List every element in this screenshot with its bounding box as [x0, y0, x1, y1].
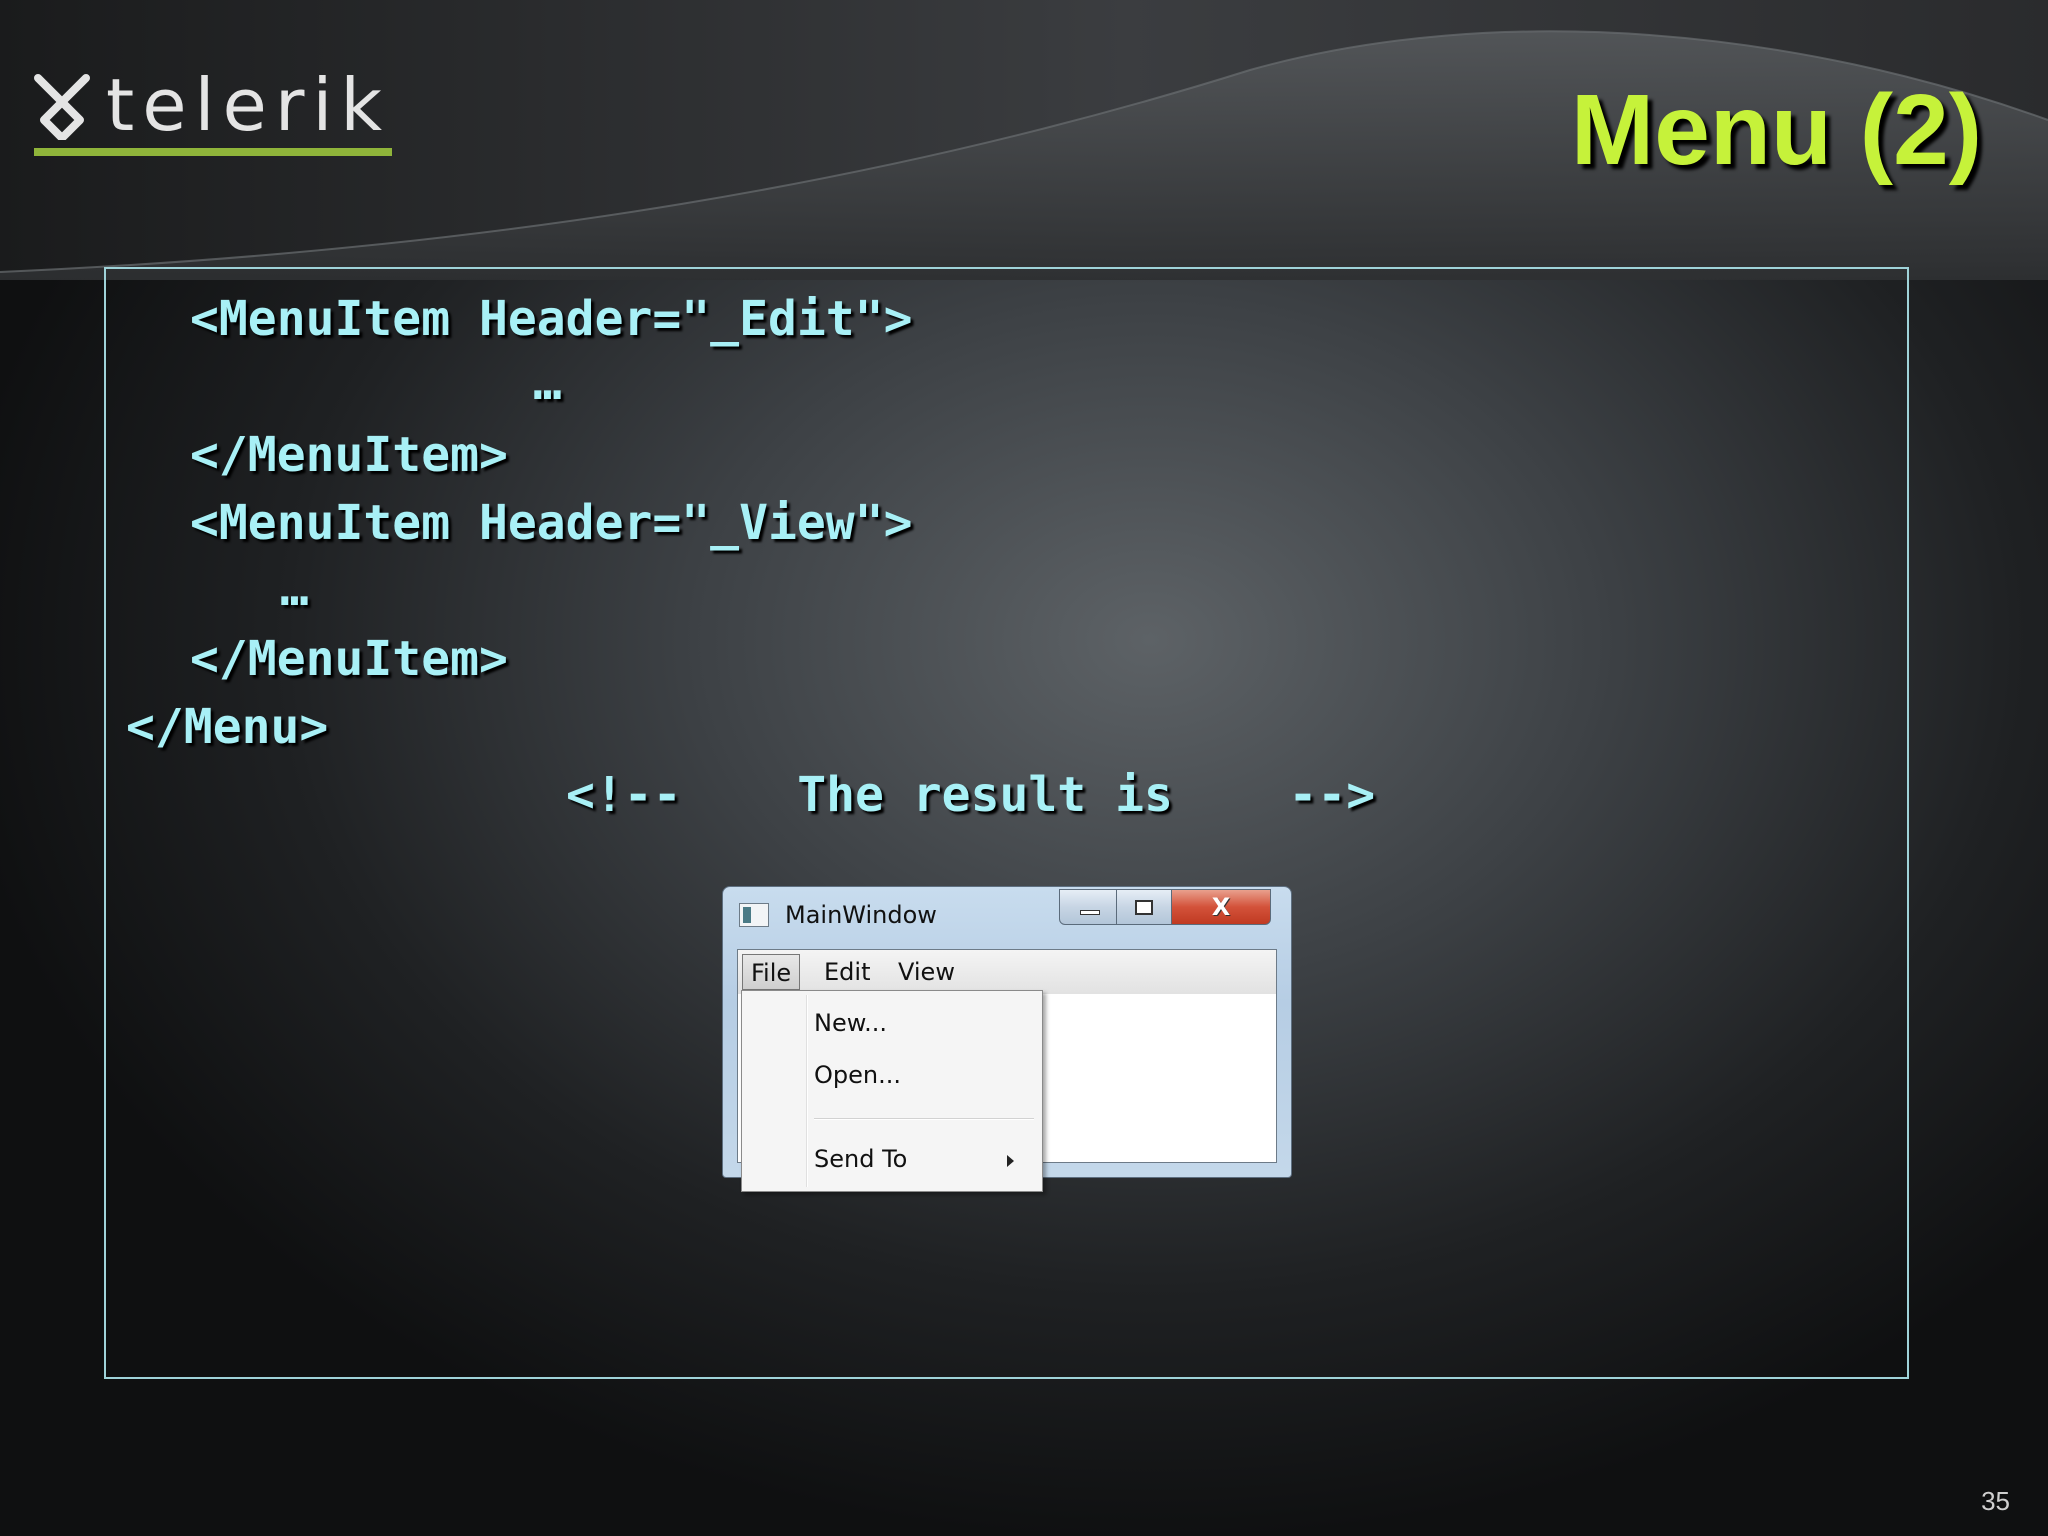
logo-underline: [34, 148, 392, 156]
menu-bar: File Edit View: [738, 950, 1276, 994]
close-button[interactable]: X: [1171, 889, 1271, 925]
page-number: 35: [1981, 1486, 2010, 1516]
file-menu-dropdown: New... Open... Send To: [741, 990, 1043, 1192]
close-icon: X: [1211, 893, 1231, 921]
window-caption-buttons: X: [1059, 889, 1281, 927]
code-line: <MenuItem Header="_View">: [190, 495, 913, 551]
code-line: <MenuItem Header="_Edit">: [190, 291, 913, 347]
menu-separator: [814, 1118, 1034, 1120]
maximize-button[interactable]: [1116, 889, 1172, 925]
code-line: </MenuItem>: [190, 631, 508, 687]
telerik-logo: telerik: [34, 60, 394, 160]
menu-item-open[interactable]: Open...: [814, 1059, 901, 1091]
window-app-icon: [739, 903, 769, 927]
minimize-button[interactable]: [1059, 889, 1117, 925]
menu-edit[interactable]: Edit: [816, 954, 878, 990]
menu-file[interactable]: File: [742, 954, 801, 990]
submenu-arrow-icon: [1007, 1155, 1014, 1167]
code-line-ellipsis: …: [533, 355, 562, 411]
window-title: MainWindow: [785, 901, 937, 929]
code-line: </MenuItem>: [190, 427, 508, 483]
menu-item-send-to[interactable]: Send To: [814, 1143, 907, 1175]
slide-title: Menu (2): [1570, 74, 1982, 186]
code-box: <MenuItem Header="_Edit"> … </MenuItem> …: [104, 267, 1909, 1379]
logo-wordmark: telerik: [106, 63, 391, 147]
menu-view[interactable]: View: [890, 954, 963, 990]
code-comment: <!-- The result is -->: [566, 767, 1376, 823]
menu-icon-gutter: [806, 995, 808, 1187]
telerik-logo-icon: [34, 74, 90, 140]
code-line: </Menu>: [126, 699, 329, 755]
menu-item-new[interactable]: New...: [814, 1007, 887, 1039]
code-line-ellipsis: …: [280, 561, 309, 617]
